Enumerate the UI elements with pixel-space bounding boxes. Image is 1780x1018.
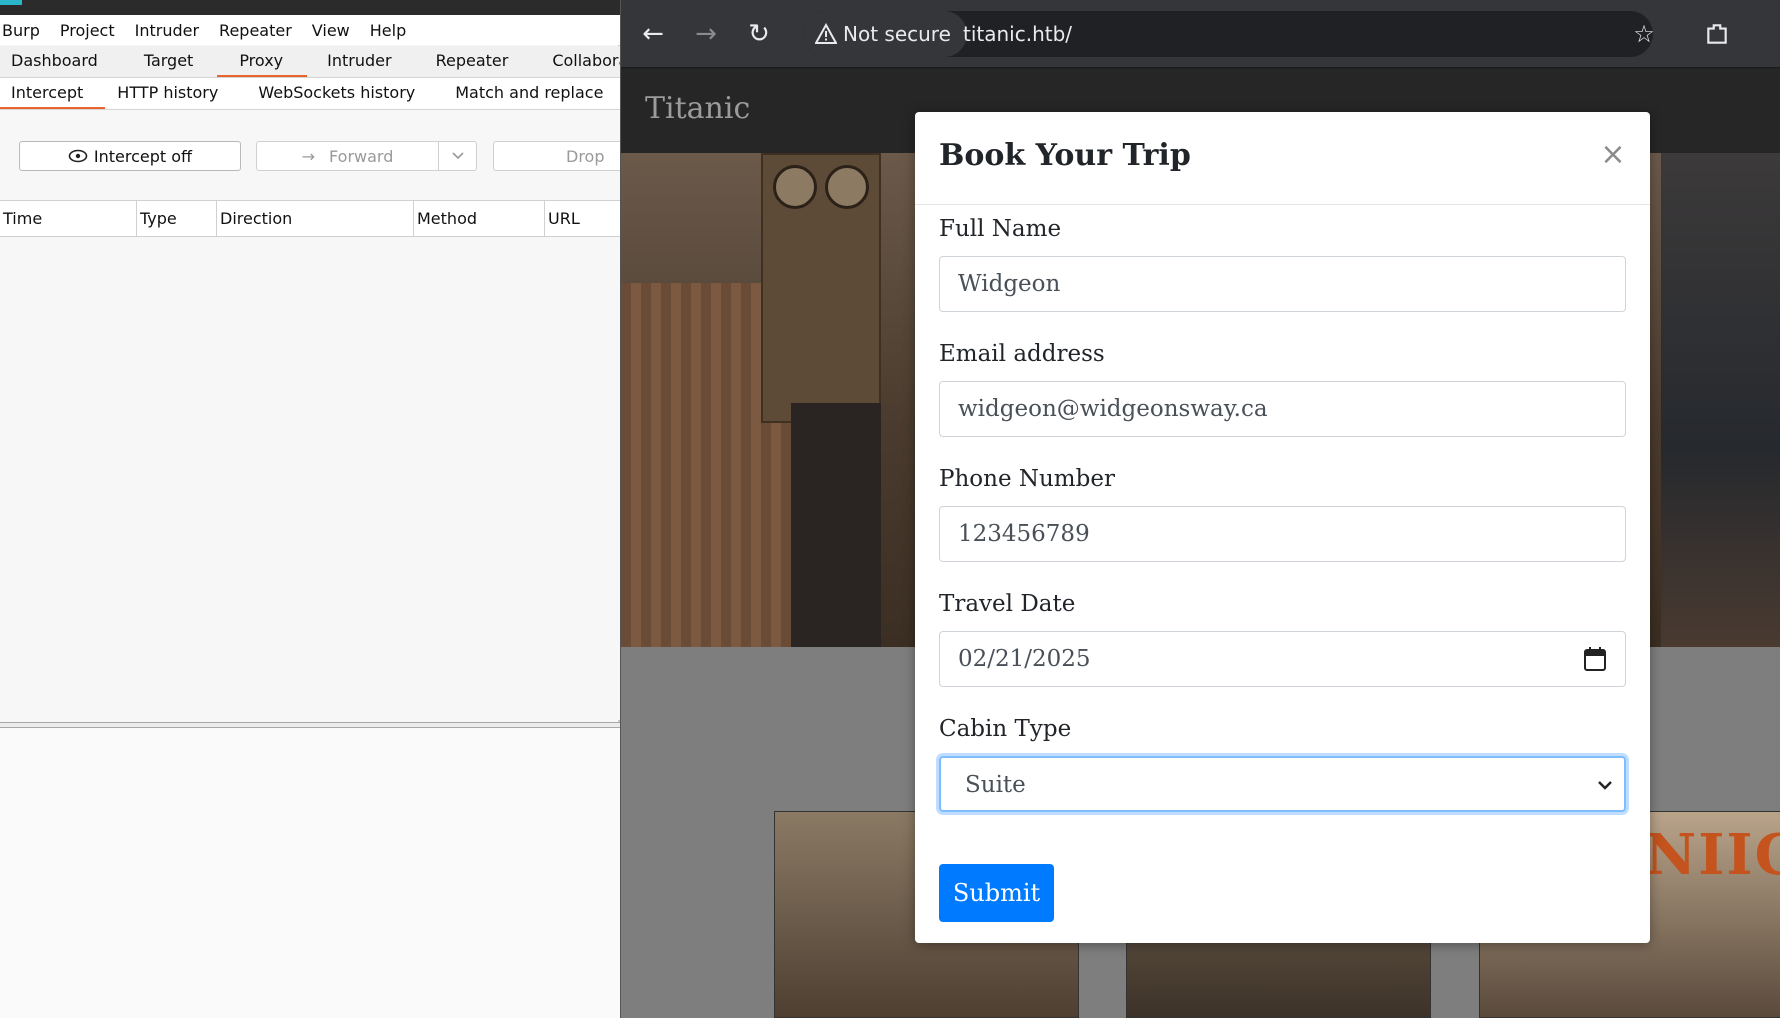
- tab-http-history[interactable]: HTTP history: [105, 78, 240, 109]
- travel-date-value: 02/21/2025: [958, 646, 1091, 672]
- email-input[interactable]: widgeon@widgeonsway.ca: [939, 381, 1626, 437]
- close-icon[interactable]: ×: [1598, 140, 1628, 170]
- security-label: Not secure: [843, 22, 951, 46]
- column-direction[interactable]: Direction: [217, 201, 414, 237]
- full-name-input[interactable]: Widgeon: [939, 256, 1626, 312]
- chevron-down-icon: [1598, 781, 1612, 790]
- booking-modal: Book Your Trip × Full Name Widgeon Email…: [915, 112, 1650, 943]
- message-editor-pane: [0, 728, 620, 1018]
- warning-triangle-icon: [815, 23, 837, 44]
- tab-intercept[interactable]: Intercept: [0, 78, 106, 109]
- tab-websockets-history[interactable]: WebSockets history: [240, 78, 437, 109]
- browser-window: ← → ↻ Not secure titanic.htb/ ☆ Titanic: [620, 0, 1780, 1018]
- extensions-icon[interactable]: [1701, 18, 1733, 50]
- column-time[interactable]: Time: [0, 201, 137, 237]
- bookmark-star-icon[interactable]: ☆: [1628, 18, 1660, 50]
- menu-view[interactable]: View: [310, 21, 362, 40]
- cabin-type-label: Cabin Type: [939, 716, 1072, 742]
- tab-intruder[interactable]: Intruder: [307, 46, 415, 77]
- url-text[interactable]: titanic.htb/: [963, 11, 1072, 57]
- reload-icon[interactable]: ↻: [743, 18, 775, 50]
- intercept-table: Time Type Direction Method URL: [0, 200, 620, 720]
- tab-collaborator[interactable]: Collaborato: [532, 46, 620, 77]
- site-security-chip[interactable]: Not secure: [803, 11, 967, 57]
- burp-titlebar: [0, 0, 620, 15]
- travel-date-label: Travel Date: [939, 591, 1076, 617]
- chevron-down-icon: [451, 152, 464, 160]
- menu-help[interactable]: Help: [368, 21, 418, 40]
- tab-dashboard[interactable]: Dashboard: [0, 46, 122, 77]
- column-type[interactable]: Type: [137, 201, 217, 237]
- intercept-toolbar: Intercept off → Forward Drop: [0, 110, 653, 200]
- tab-match-and-replace[interactable]: Match and replace: [437, 78, 620, 109]
- burp-window: Burp Project Intruder Repeater View Help…: [0, 0, 653, 1018]
- menu-repeater[interactable]: Repeater: [217, 21, 304, 40]
- forward-arrow-icon[interactable]: →: [690, 18, 722, 50]
- phone-input[interactable]: 123456789: [939, 506, 1626, 562]
- cabin-type-select[interactable]: Suite: [939, 756, 1626, 812]
- email-label: Email address: [939, 341, 1105, 367]
- intercept-toggle-button[interactable]: Intercept off: [19, 141, 241, 171]
- browser-toolbar: ← → ↻ Not secure titanic.htb/ ☆: [621, 0, 1780, 68]
- tab-target[interactable]: Target: [122, 46, 218, 77]
- back-arrow-icon[interactable]: ←: [637, 18, 669, 50]
- cabin-type-value: Suite: [965, 772, 1026, 798]
- menu-intruder[interactable]: Intruder: [133, 21, 211, 40]
- forward-label: Forward: [329, 146, 394, 166]
- column-url[interactable]: URL: [545, 201, 620, 237]
- arrow-right-icon: →: [301, 146, 316, 166]
- web-page: Titanic NIIC Book Your Trip × Full Name …: [621, 69, 1780, 1018]
- menu-project[interactable]: Project: [58, 21, 127, 40]
- calendar-icon[interactable]: [1583, 646, 1607, 672]
- proxy-sub-tabs: Intercept HTTP history WebSockets histor…: [0, 78, 620, 110]
- intercept-toggle-label: Intercept off: [93, 146, 193, 166]
- submit-button[interactable]: Submit: [939, 864, 1054, 922]
- burp-main-tabs: Dashboard Target Proxy Intruder Repeater…: [0, 46, 620, 78]
- column-method[interactable]: Method: [414, 201, 545, 237]
- burp-logo-icon: [0, 0, 22, 5]
- drop-label: Drop: [566, 146, 605, 166]
- eye-off-icon: [68, 149, 88, 163]
- phone-label: Phone Number: [939, 466, 1115, 492]
- table-header: Time Type Direction Method URL: [0, 200, 620, 237]
- tab-repeater[interactable]: Repeater: [416, 46, 533, 77]
- burp-menubar: Burp Project Intruder Repeater View Help: [0, 15, 620, 45]
- travel-date-input[interactable]: 02/21/2025: [939, 631, 1626, 687]
- forward-dropdown-button[interactable]: [438, 141, 477, 171]
- forward-button[interactable]: → Forward: [256, 141, 439, 171]
- modal-title: Book Your Trip: [939, 138, 1191, 173]
- modal-header: Book Your Trip ×: [915, 112, 1650, 205]
- full-name-label: Full Name: [939, 216, 1062, 242]
- address-bar[interactable]: Not secure titanic.htb/: [803, 11, 1653, 57]
- menu-burp[interactable]: Burp: [0, 21, 52, 40]
- tab-proxy[interactable]: Proxy: [217, 46, 307, 77]
